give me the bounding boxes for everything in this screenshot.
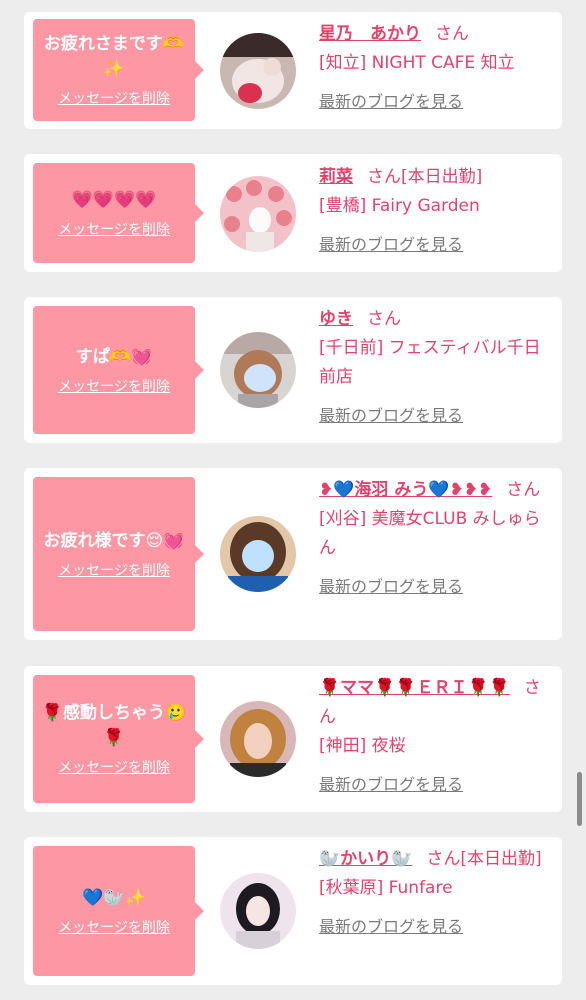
scrollbar[interactable] bbox=[577, 772, 582, 826]
list-item: お疲れさまです🫶✨ メッセージを削除 星乃 あかり さん [知立] NIGHT C… bbox=[24, 12, 562, 129]
avatar-photo bbox=[220, 332, 296, 408]
delete-message-link[interactable]: メッセージを削除 bbox=[58, 376, 170, 396]
avatar-photo bbox=[220, 33, 296, 109]
latest-blog-link[interactable]: 最新のブログを見る bbox=[319, 917, 463, 936]
latest-blog-link[interactable]: 最新のブログを見る bbox=[319, 92, 463, 111]
cast-info: ゆき さん [千日前] フェスティバル千日前店 最新のブログを見る bbox=[319, 305, 547, 431]
avatar[interactable] bbox=[220, 516, 296, 592]
honorific: さん bbox=[426, 849, 461, 869]
message-bubble: 💗💗💗💗 メッセージを削除 bbox=[33, 163, 204, 263]
message-bubble: お疲れ様です😌💓 メッセージを削除 bbox=[33, 477, 204, 631]
list-item: すぱ🫶💓 メッセージを削除 ゆき さん [千日前] フェスティバル千日前店 最新の… bbox=[24, 297, 562, 443]
list-item: 💙🦭✨ メッセージを削除 🦭かいり🦭 さん[本日出勤] [秋葉原] Funfare… bbox=[24, 837, 562, 985]
message-text: お疲れ様です😌💓 bbox=[43, 530, 185, 551]
latest-blog-link[interactable]: 最新のブログを見る bbox=[319, 235, 463, 254]
avatar[interactable] bbox=[220, 332, 296, 408]
latest-blog-link[interactable]: 最新のブログを見る bbox=[319, 406, 463, 425]
delete-message-link[interactable]: メッセージを削除 bbox=[58, 560, 170, 580]
cast-name-link[interactable]: 莉菜 bbox=[319, 167, 353, 187]
avatar-photo bbox=[220, 701, 296, 777]
message-text: 💙🦭✨ bbox=[82, 887, 146, 908]
cast-name-link[interactable]: ゆき bbox=[319, 309, 353, 329]
cast-info: 莉菜 さん[本日出勤] [豊橋] Fairy Garden 最新のブログを見る bbox=[319, 163, 547, 260]
shop-name: [秋葉原] Funfare bbox=[319, 878, 453, 898]
list-item: 🌹感動しちゃう🥲🌹 メッセージを削除 🌹ママ🌹🌹ＥＲＩ🌹🌹 さん [神田] 夜桜 … bbox=[24, 666, 562, 812]
list-item: 💗💗💗💗 メッセージを削除 莉菜 さん[本日出勤] [豊橋] Fairy Gard… bbox=[24, 154, 562, 272]
shop-name: [知立] NIGHT CAFE 知立 bbox=[319, 53, 515, 73]
latest-blog-link[interactable]: 最新のブログを見る bbox=[319, 775, 463, 794]
shop-name: [神田] 夜桜 bbox=[319, 736, 406, 756]
honorific: さん bbox=[367, 309, 401, 329]
cast-name-link[interactable]: 🌹ママ🌹🌹ＥＲＩ🌹🌹 bbox=[319, 678, 510, 698]
honorific: さん bbox=[506, 480, 541, 500]
cast-info: 🌹ママ🌹🌹ＥＲＩ🌹🌹 さん [神田] 夜桜 最新のブログを見る bbox=[319, 674, 547, 800]
cast-name-link[interactable]: 星乃 あかり bbox=[319, 24, 421, 44]
message-bubble: 💙🦭✨ メッセージを削除 bbox=[33, 846, 204, 976]
honorific: さん bbox=[435, 24, 469, 44]
shop-name: [千日前] フェスティバル千日前店 bbox=[319, 338, 541, 387]
avatar-photo bbox=[220, 873, 296, 949]
delete-message-link[interactable]: メッセージを削除 bbox=[58, 917, 170, 937]
message-text: 💗💗💗💗 bbox=[71, 189, 157, 210]
message-text: すぱ🫶💓 bbox=[75, 346, 153, 367]
avatar-photo bbox=[220, 176, 296, 252]
delete-message-link[interactable]: メッセージを削除 bbox=[58, 88, 170, 108]
cast-info: 🦭かいり🦭 さん[本日出勤] [秋葉原] Funfare 最新のブログを見る bbox=[319, 845, 547, 942]
delete-message-link[interactable]: メッセージを削除 bbox=[58, 757, 170, 777]
list-item: お疲れ様です😌💓 メッセージを削除 ❥💙海羽 みう💙❥❥❥ さん [刈谷] 美魔女… bbox=[24, 468, 562, 640]
shop-name: [刈谷] 美魔女CLUB みしゅらん bbox=[319, 509, 541, 558]
message-text: お疲れさまです🫶✨ bbox=[43, 34, 185, 79]
avatar[interactable] bbox=[220, 701, 296, 777]
shop-name: [豊橋] Fairy Garden bbox=[319, 196, 480, 216]
attendance-status: [本日出勤] bbox=[401, 167, 483, 187]
message-bubble: すぱ🫶💓 メッセージを削除 bbox=[33, 306, 204, 434]
cast-info: ❥💙海羽 みう💙❥❥❥ さん [刈谷] 美魔女CLUB みしゅらん 最新のブログを… bbox=[319, 476, 547, 602]
cast-name-link[interactable]: 🦭かいり🦭 bbox=[319, 849, 412, 869]
message-bubble: 🌹感動しちゃう🥲🌹 メッセージを削除 bbox=[33, 675, 204, 803]
avatar[interactable] bbox=[220, 176, 296, 252]
avatar-photo bbox=[220, 516, 296, 592]
message-bubble: お疲れさまです🫶✨ メッセージを削除 bbox=[33, 19, 204, 121]
avatar[interactable] bbox=[220, 873, 296, 949]
cast-name-link[interactable]: ❥💙海羽 みう💙❥❥❥ bbox=[319, 480, 492, 500]
avatar[interactable] bbox=[220, 33, 296, 109]
delete-message-link[interactable]: メッセージを削除 bbox=[58, 219, 170, 239]
latest-blog-link[interactable]: 最新のブログを見る bbox=[319, 577, 463, 596]
honorific: さん bbox=[367, 167, 401, 187]
cast-info: 星乃 あかり さん [知立] NIGHT CAFE 知立 最新のブログを見る bbox=[319, 20, 547, 117]
attendance-status: [本日出勤] bbox=[460, 849, 542, 869]
message-text: 🌹感動しちゃう🥲🌹 bbox=[41, 703, 187, 748]
